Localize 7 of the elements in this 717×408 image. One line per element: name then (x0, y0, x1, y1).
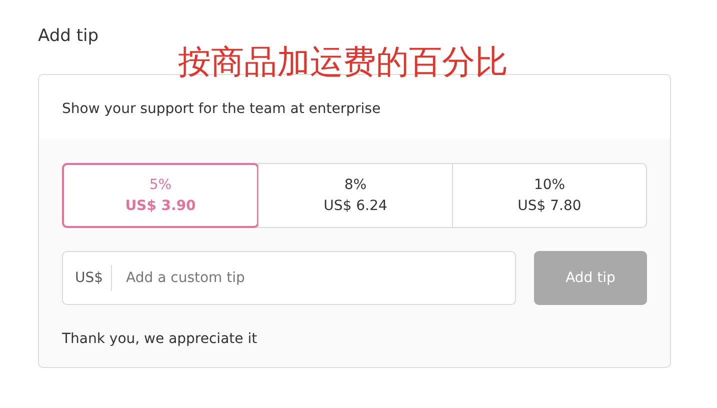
tip-option[interactable]: 10% US$ 7.80 (452, 164, 646, 227)
currency-prefix: US$ (63, 265, 112, 291)
custom-tip-field[interactable]: US$ Add a custom tip (62, 251, 516, 305)
thanks-message: Thank you, we appreciate it (62, 331, 258, 347)
custom-tip-input[interactable]: Add a custom tip (124, 269, 515, 287)
section-heading: Add tip (38, 26, 100, 46)
tip-option[interactable]: 8% US$ 6.24 (258, 164, 452, 227)
